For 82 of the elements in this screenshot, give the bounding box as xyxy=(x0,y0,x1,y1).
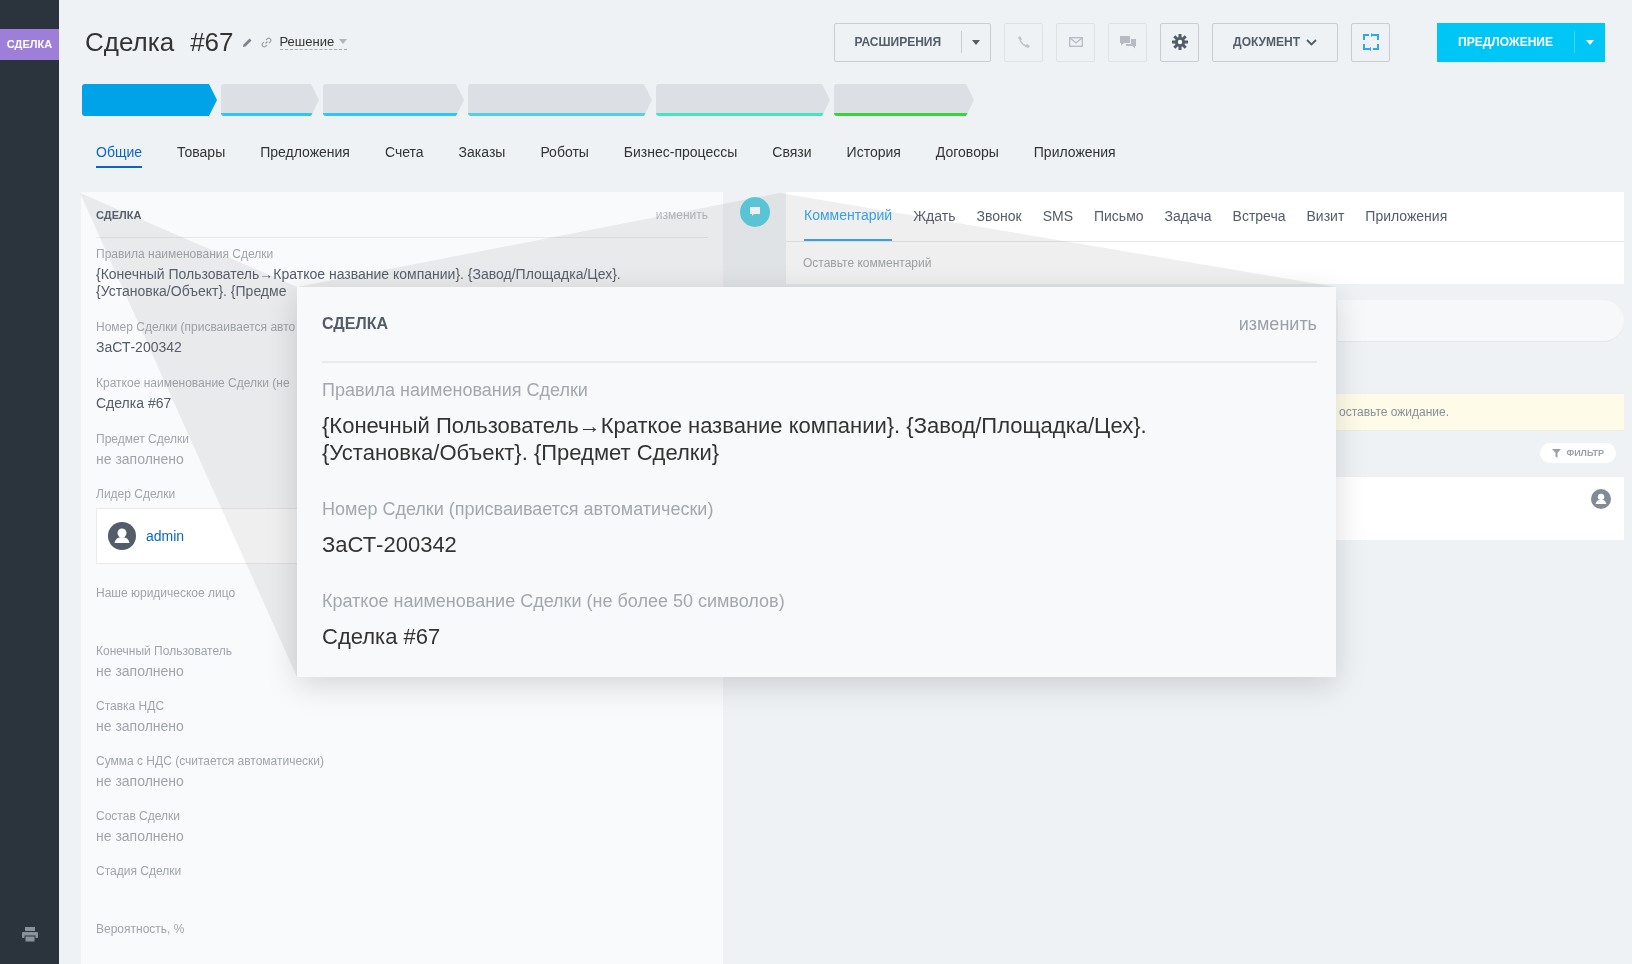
field-label: Номер Сделки (присваивается автоматически) xyxy=(322,499,714,520)
extensions-button[interactable]: РАСШИРЕНИЯ xyxy=(833,22,992,62)
field-label: Лидер Сделки xyxy=(96,487,176,501)
envelope-icon xyxy=(1068,37,1083,47)
field-value: ЗаСТ-200342 xyxy=(322,531,457,558)
field-label: Конечный Пользователь xyxy=(96,644,232,658)
caret-icon xyxy=(972,39,981,45)
avatar-icon xyxy=(1591,489,1611,509)
pencil-icon[interactable] xyxy=(241,36,253,48)
field-label: Ставка НДС xyxy=(96,699,165,713)
activity-tab[interactable]: Визит xyxy=(1306,193,1345,240)
page-title: Сделка xyxy=(85,26,175,58)
field-label: Стадия Сделки xyxy=(96,864,182,878)
notice-text: оставьте ожидание. xyxy=(1339,405,1450,419)
search-bar[interactable] xyxy=(1338,300,1624,342)
pipeline-stage[interactable] xyxy=(834,84,974,116)
link-icon[interactable] xyxy=(260,36,272,48)
tab[interactable]: Бизнес-процессы xyxy=(623,144,738,166)
field-value: ЗаСТ-200342 xyxy=(96,339,182,356)
comment-icon xyxy=(740,197,770,227)
category-dropdown[interactable]: Решение xyxy=(279,34,348,50)
caret-icon xyxy=(1586,39,1594,45)
field-label: Сумма с НДС (считается автоматически) xyxy=(96,754,325,768)
field-value: {Конечный Пользователь→Краткое название компании}. {Завод/Площадка/Цех}. {Установка/Объект}. {Предмет Сделки} xyxy=(322,412,1147,466)
field-value: не заполнено xyxy=(96,451,184,467)
field-value: Сделка #67 xyxy=(96,395,172,412)
tab[interactable]: Предложения xyxy=(260,144,350,166)
activity-tab[interactable]: Ждать xyxy=(913,193,956,240)
caret-icon xyxy=(339,39,348,44)
field-label: Наше юридическое лицо xyxy=(96,586,236,600)
field-label: Правила наименования Сделки xyxy=(322,380,588,401)
chevron-down-icon xyxy=(1306,38,1318,46)
field-value: не заполнено xyxy=(96,773,184,789)
deal-number: #67 xyxy=(190,26,234,58)
field-label: Краткое наименование Сделки (не более 50 символов) xyxy=(322,591,785,612)
pipeline-stage[interactable] xyxy=(656,84,830,116)
tab[interactable]: Договоры xyxy=(935,144,999,166)
phone-icon xyxy=(1016,35,1031,49)
tab[interactable]: История xyxy=(846,144,901,166)
field-label: Номер Сделки (присваивается авто xyxy=(96,320,296,334)
field-label: Правила наименования Сделки xyxy=(96,247,274,261)
tab[interactable]: Связи xyxy=(772,144,812,166)
settings-button[interactable] xyxy=(1160,22,1200,62)
phone-button[interactable] xyxy=(1004,22,1044,62)
tab[interactable]: Заказы xyxy=(458,144,506,166)
section-title: СДЕЛКА xyxy=(322,315,388,333)
field-label: Вероятность, % xyxy=(96,922,185,936)
field-value: Сделка #67 xyxy=(322,623,441,650)
tab[interactable]: Общие xyxy=(96,144,143,168)
document-button[interactable]: ДОКУМЕНТ xyxy=(1212,22,1339,62)
field-value: не заполнено xyxy=(96,828,184,844)
chat-button[interactable] xyxy=(1108,22,1148,62)
activity-tab[interactable]: Приложения xyxy=(1365,193,1448,240)
pipeline-stage[interactable] xyxy=(468,84,652,116)
settings-icon xyxy=(1171,34,1188,50)
mail-button[interactable] xyxy=(1056,22,1096,62)
avatar-icon xyxy=(108,522,136,550)
field-value: не заполнено xyxy=(96,718,184,734)
activity-tab[interactable]: SMS xyxy=(1042,193,1073,240)
pipeline-stage[interactable] xyxy=(221,84,319,116)
tab[interactable]: Счета xyxy=(384,144,424,166)
pipeline-stage[interactable] xyxy=(82,84,217,116)
tab[interactable]: Роботы xyxy=(540,144,589,166)
funnel-icon xyxy=(1552,448,1562,458)
section-title: СДЕЛКА xyxy=(96,208,142,221)
arrows-icon xyxy=(1361,33,1380,51)
activity-tab[interactable]: Встреча xyxy=(1232,193,1286,240)
field-label: Краткое наименование Сделки (не xyxy=(96,376,290,390)
activity-tab[interactable]: Задача xyxy=(1164,193,1212,240)
chat-bubbles-icon xyxy=(1119,35,1136,49)
pipeline-stage[interactable] xyxy=(323,84,464,116)
tab[interactable]: Приложения xyxy=(1033,144,1116,166)
sync-button[interactable] xyxy=(1351,22,1391,62)
field-label: Предмет Сделки xyxy=(96,432,189,446)
printer-icon[interactable] xyxy=(21,927,38,942)
field-label: Состав Сделки xyxy=(96,809,180,823)
field-value: {Конечный Пользователь→Краткое название компании}. {Завод/Площадка/Цех}. {Установка/Объект}. {Предме xyxy=(96,266,621,300)
field-value: не заполнено xyxy=(96,663,184,679)
tab[interactable]: Товары xyxy=(177,144,226,166)
activity-tab[interactable]: Звонок xyxy=(976,193,1022,240)
user-link[interactable]: admin xyxy=(146,528,185,544)
activity-tab[interactable]: Письмо xyxy=(1094,193,1144,240)
